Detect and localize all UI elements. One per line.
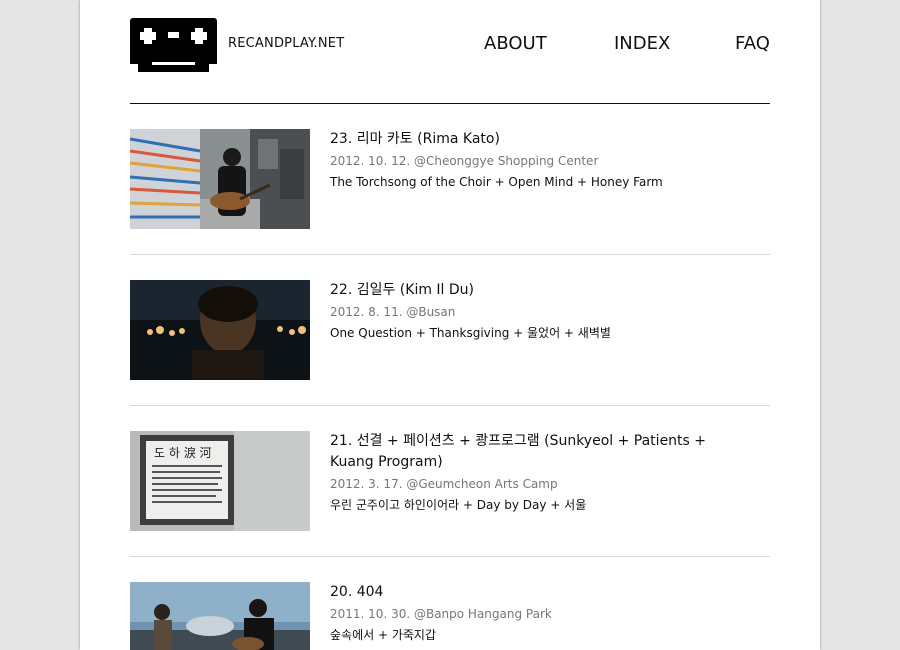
nav-faq[interactable]: FAQ xyxy=(735,33,770,54)
header-divider xyxy=(130,103,770,104)
entry-meta: 2012. 10. 12. @Cheonggye Shopping Center xyxy=(330,154,599,168)
entry-thumbnail[interactable]: 도 하 淚 河 xyxy=(130,431,310,531)
page: RECANDPLAY.NET ABOUT INDEX FAQ 23. 리마 카토… xyxy=(80,0,820,650)
thumb-sign-text: 도 하 淚 河 xyxy=(154,445,212,460)
entry-thumbnail[interactable] xyxy=(130,582,310,650)
entry-divider xyxy=(130,556,770,557)
nav-index[interactable]: INDEX xyxy=(614,33,670,54)
entry-songs: One Question + Thanksgiving + 울었어 + 새벽별 xyxy=(330,326,611,340)
site-header: RECANDPLAY.NET ABOUT INDEX FAQ xyxy=(130,0,770,104)
entry-title[interactable]: 20. 404 xyxy=(330,582,730,603)
entry-songs: 숲속에서 + 가죽지갑 xyxy=(330,628,437,642)
site-name-link[interactable]: RECANDPLAY.NET xyxy=(228,36,344,51)
entry-songs: 우린 군주이고 하인이어라 + Day by Day + 서울 xyxy=(330,498,587,512)
entry-thumbnail[interactable] xyxy=(130,129,310,229)
entry-meta: 2012. 8. 11. @Busan xyxy=(330,305,456,319)
entry-meta: 2011. 10. 30. @Banpo Hangang Park xyxy=(330,607,552,621)
entry-title[interactable]: 21. 선결 + 페이션츠 + 쾅프로그램 (Sunkyeol + Patien… xyxy=(330,431,730,473)
nav-about[interactable]: ABOUT xyxy=(484,33,547,54)
entry-title[interactable]: 22. 김일두 (Kim Il Du) xyxy=(330,280,730,301)
cassette-logo-icon[interactable] xyxy=(130,18,217,72)
entry-divider xyxy=(130,254,770,255)
entry-divider xyxy=(130,405,770,406)
entry-title[interactable]: 23. 리마 카토 (Rima Kato) xyxy=(330,129,730,150)
entry-songs: The Torchsong of the Choir + Open Mind +… xyxy=(330,175,663,189)
entry-meta: 2012. 3. 17. @Geumcheon Arts Camp xyxy=(330,477,558,491)
entry-thumbnail[interactable] xyxy=(130,280,310,380)
